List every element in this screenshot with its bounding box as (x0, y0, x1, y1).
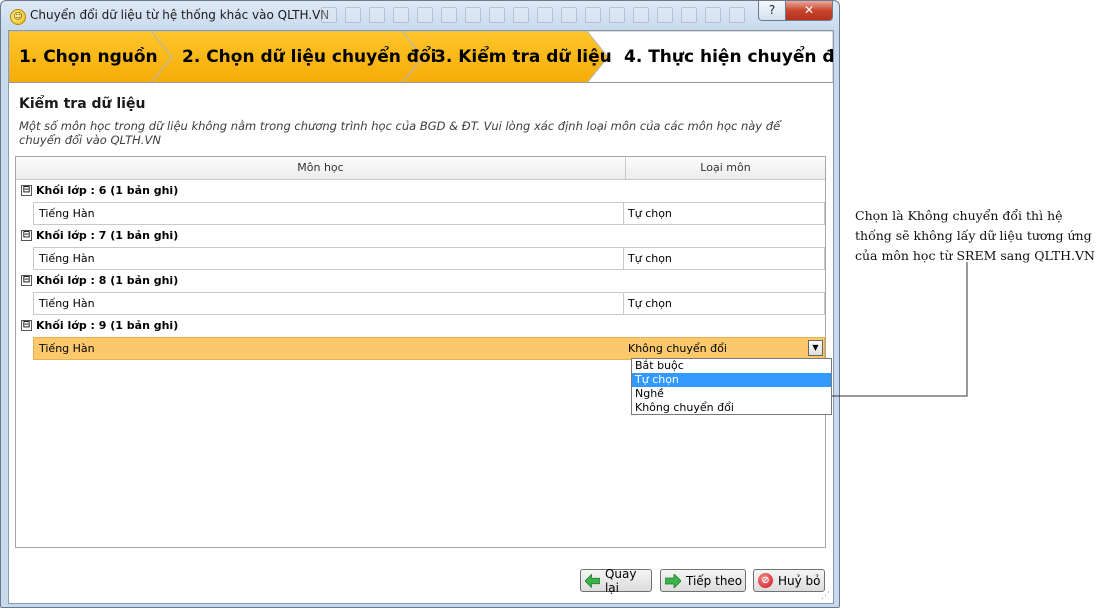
annotation-note: Chọn là Không chuyển đổi thì hệ thống sẽ… (855, 208, 1095, 263)
callout-line (832, 262, 968, 397)
